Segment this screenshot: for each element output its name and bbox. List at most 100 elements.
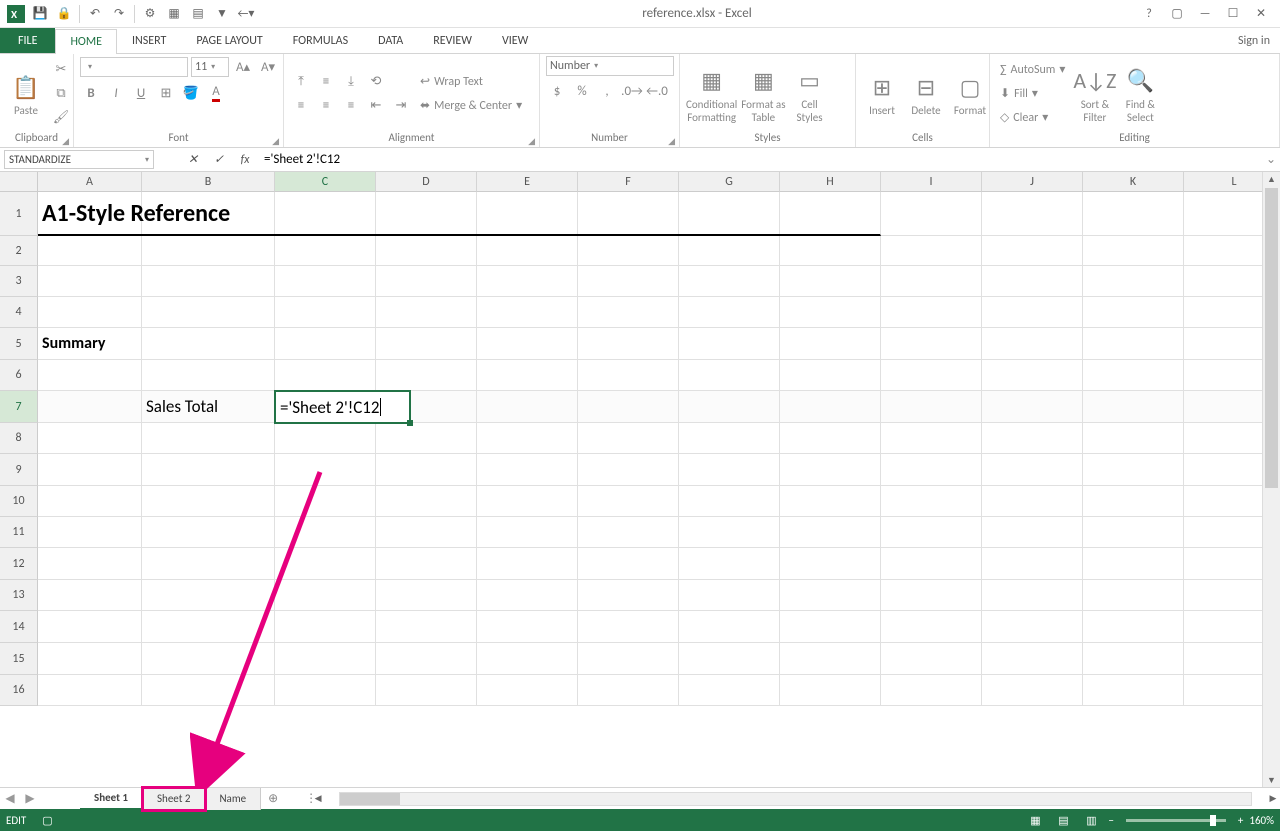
cell-C4[interactable] — [275, 297, 376, 328]
cell-G5[interactable] — [679, 328, 780, 360]
cell-B12[interactable] — [142, 548, 275, 580]
cell-H9[interactable] — [780, 454, 881, 486]
scroll-down-icon[interactable]: ▼ — [1263, 773, 1280, 787]
cell-F4[interactable] — [578, 297, 679, 328]
filter-icon[interactable]: ▼ — [210, 3, 234, 25]
cell-K7[interactable] — [1083, 391, 1184, 423]
cell-E3[interactable] — [477, 266, 578, 297]
cell-I8[interactable] — [881, 423, 982, 454]
cell-C7-editing[interactable]: ='Sheet 2'!C12 — [274, 390, 411, 424]
cell-K9[interactable] — [1083, 454, 1184, 486]
cell-J11[interactable] — [982, 517, 1083, 548]
cell-H14[interactable] — [780, 611, 881, 643]
cell-K6[interactable] — [1083, 360, 1184, 391]
scroll-left-icon[interactable]: ◀ — [311, 792, 325, 806]
cell-G16[interactable] — [679, 675, 780, 706]
cell-D2[interactable] — [376, 236, 477, 266]
font-size-combo[interactable]: 11▾ — [191, 57, 229, 77]
cell-B14[interactable] — [142, 611, 275, 643]
row-header-9[interactable]: 9 — [0, 454, 38, 486]
hscroll-thumb[interactable] — [340, 793, 400, 805]
col-header-C[interactable]: C — [275, 172, 376, 192]
cell-G14[interactable] — [679, 611, 780, 643]
scroll-thumb[interactable] — [1265, 188, 1278, 488]
cell-H12[interactable] — [780, 548, 881, 580]
tab-data[interactable]: DATA — [363, 28, 418, 53]
row-header-6[interactable]: 6 — [0, 360, 38, 391]
cell-C2[interactable] — [275, 236, 376, 266]
cell-B15[interactable] — [142, 643, 275, 675]
cell-A4[interactable] — [38, 297, 142, 328]
cell-H3[interactable] — [780, 266, 881, 297]
cell-J1[interactable] — [982, 192, 1083, 236]
cell-C6[interactable] — [275, 360, 376, 391]
cell-E8[interactable] — [477, 423, 578, 454]
cell-C8[interactable] — [275, 423, 376, 454]
cell-J2[interactable] — [982, 236, 1083, 266]
col-header-K[interactable]: K — [1083, 172, 1184, 192]
cell-F10[interactable] — [578, 486, 679, 517]
align-center-icon[interactable]: ≡ — [315, 95, 337, 117]
cell-G4[interactable] — [679, 297, 780, 328]
qat-more-icon[interactable]: ←▾ — [234, 3, 258, 25]
fx-icon[interactable]: fx — [232, 153, 258, 167]
tab-review[interactable]: REVIEW — [418, 28, 487, 53]
qat-btn-3-icon[interactable]: ▤ — [186, 3, 210, 25]
cell-J12[interactable] — [982, 548, 1083, 580]
cell-G8[interactable] — [679, 423, 780, 454]
cell-K8[interactable] — [1083, 423, 1184, 454]
dialog-launcher-icon[interactable]: ◢ — [62, 136, 69, 147]
align-right-icon[interactable]: ≡ — [340, 95, 362, 117]
border-button[interactable]: ⊞ — [155, 82, 177, 104]
bold-button[interactable]: B — [80, 82, 102, 104]
italic-button[interactable]: I — [105, 82, 127, 104]
cell-F2[interactable] — [578, 236, 679, 266]
cell-B6[interactable] — [142, 360, 275, 391]
cell-I9[interactable] — [881, 454, 982, 486]
cell-K14[interactable] — [1083, 611, 1184, 643]
decrease-decimal-icon[interactable]: ←.0 — [646, 80, 668, 102]
align-left-icon[interactable]: ≡ — [290, 95, 312, 117]
cell-E4[interactable] — [477, 297, 578, 328]
cell-K16[interactable] — [1083, 675, 1184, 706]
cell-F11[interactable] — [578, 517, 679, 548]
cell-D13[interactable] — [376, 580, 477, 611]
cell-I15[interactable] — [881, 643, 982, 675]
dialog-launcher-icon[interactable]: ◢ — [528, 136, 535, 147]
cell-H7[interactable] — [780, 391, 881, 423]
page-break-view-icon[interactable]: ▥ — [1080, 811, 1102, 829]
cell-J10[interactable] — [982, 486, 1083, 517]
locked-icon[interactable]: 🔒 — [52, 3, 76, 25]
worksheet-grid[interactable]: ABCDEFGHIJKL12345678910111213141516A1-St… — [0, 172, 1280, 787]
tab-insert[interactable]: INSERT — [117, 28, 181, 53]
row-header-13[interactable]: 13 — [0, 580, 38, 611]
cell-J8[interactable] — [982, 423, 1083, 454]
cell-D3[interactable] — [376, 266, 477, 297]
cell-D16[interactable] — [376, 675, 477, 706]
vertical-scrollbar[interactable]: ▲ ▼ — [1262, 172, 1280, 787]
cell-C9[interactable] — [275, 454, 376, 486]
cell-K13[interactable] — [1083, 580, 1184, 611]
cell-K4[interactable] — [1083, 297, 1184, 328]
cell-I11[interactable] — [881, 517, 982, 548]
row-header-12[interactable]: 12 — [0, 548, 38, 580]
cell-G12[interactable] — [679, 548, 780, 580]
col-header-E[interactable]: E — [477, 172, 578, 192]
cell-A1-title[interactable]: A1-Style Reference — [38, 192, 881, 236]
row-header-3[interactable]: 3 — [0, 266, 38, 297]
cell-F3[interactable] — [578, 266, 679, 297]
sort-filter-button[interactable]: A↓ZSort & Filter — [1073, 63, 1116, 124]
cell-J9[interactable] — [982, 454, 1083, 486]
cell-K2[interactable] — [1083, 236, 1184, 266]
row-header-11[interactable]: 11 — [0, 517, 38, 548]
cell-D14[interactable] — [376, 611, 477, 643]
formula-expand-icon[interactable]: ⌄ — [1262, 148, 1280, 171]
row-header-2[interactable]: 2 — [0, 236, 38, 266]
cell-D6[interactable] — [376, 360, 477, 391]
cell-A16[interactable] — [38, 675, 142, 706]
cell-H16[interactable] — [780, 675, 881, 706]
cell-K11[interactable] — [1083, 517, 1184, 548]
cell-E12[interactable] — [477, 548, 578, 580]
tab-page-layout[interactable]: PAGE LAYOUT — [181, 28, 277, 53]
cell-B4[interactable] — [142, 297, 275, 328]
